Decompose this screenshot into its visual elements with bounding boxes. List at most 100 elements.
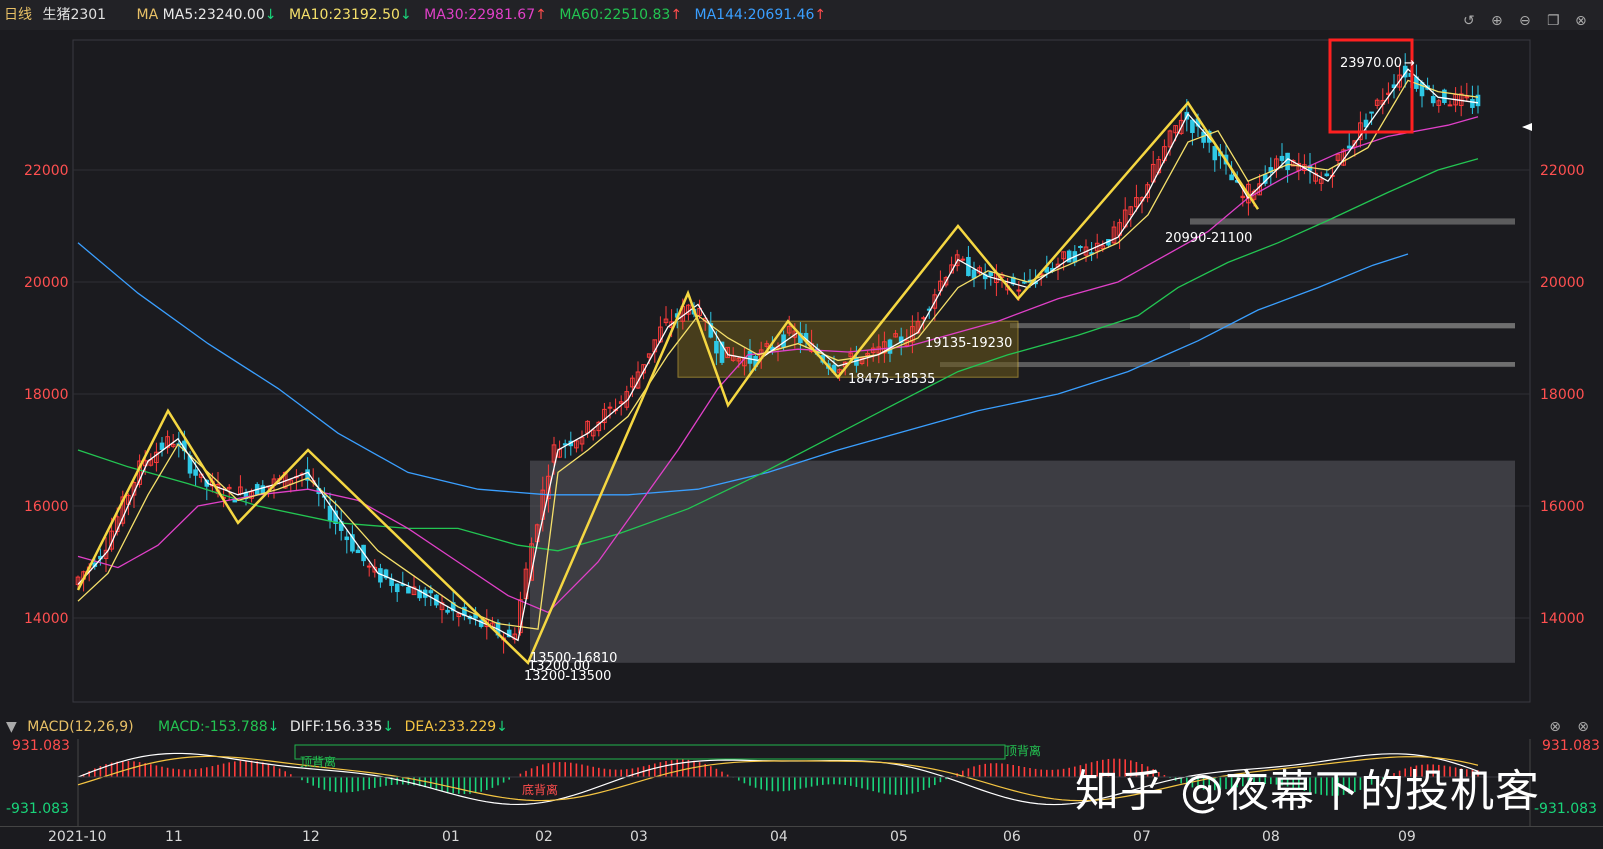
candle-body [988,271,994,277]
date-tick: 01 [442,829,460,845]
zone-label-5: 13200-13500 [524,669,611,684]
arrow-up-icon: ↑ [814,7,827,23]
candle-body [193,469,198,476]
candle-body [1346,145,1352,149]
ma10-value: MA10:23192.50 [288,7,400,23]
price-tick-left: 22000 [24,163,69,179]
window-icon[interactable]: ❐ [1547,6,1565,29]
zone-label-3: 18475-18535 [848,372,935,387]
candle-body [344,536,350,541]
candle-body [445,609,450,613]
date-tick: 02 [535,829,553,845]
price-tick-left: 18000 [24,387,69,403]
candle-body [406,587,411,594]
zoom-out-icon[interactable]: ⊖ [1519,6,1537,29]
macd-value: MACD:-153.788 [158,719,268,735]
arrow-up-icon: ↑ [670,7,683,23]
date-tick: 04 [770,829,788,845]
price-tick-left: 20000 [24,275,69,291]
arrow-down-icon: ↓ [496,719,508,735]
candle-body [1212,146,1218,161]
symbol-label[interactable]: 生猪2301 [42,0,106,30]
undo-icon[interactable]: ↺ [1463,6,1481,29]
zone-label-2: 19135-19230 [925,336,1012,351]
price-tick-right: 16000 [1540,499,1585,515]
candle-body [747,350,753,364]
date-tick: 06 [1003,829,1021,845]
candle-body [159,442,165,451]
div-top-mid-label: 顶背离 [300,754,336,769]
arrow-down-icon: ↓ [399,7,412,23]
macd-ymin-left: -931.083 [6,801,69,817]
candle-body [1078,245,1083,248]
candle-body [327,505,333,522]
ma60-value: MA60:22510.83 [559,7,671,23]
div-top-label: 顶背离 [1005,743,1041,758]
candle-body [960,258,966,261]
date-tick: 09 [1398,829,1416,845]
close-icon[interactable]: ⊗ [1575,6,1593,29]
date-tick: 03 [630,829,648,845]
diff-value: DIFF:156.335 [289,719,383,735]
candle-body [1430,96,1436,104]
candle-body [1285,152,1290,171]
period-label[interactable]: 日线 [4,0,32,30]
macd-params[interactable]: MACD(12,26,9) [27,719,133,735]
candle-body [1447,104,1453,107]
high-label: 23970.00 [1340,56,1402,71]
date-tick: 08 [1262,829,1280,845]
ma30-value: MA30:22981.67 [424,7,536,23]
watermark: 知乎 @夜幕下的投机客 [1075,766,1540,817]
resistance-zone [1190,218,1515,225]
date-tick: 11 [165,829,183,845]
price-tick-right: 14000 [1540,611,1585,627]
candle-body [854,358,859,366]
candle-body [1022,281,1027,284]
date-tick: 2021-10 [48,829,107,845]
macd-ymax-right: 931.083 [1542,739,1600,754]
price-tick-right: 20000 [1540,275,1585,291]
indicator-header: 日线 生猪2301 MA MA5:23240.00↓ MA10:23192.50… [0,0,1603,31]
macd-ymax-left: 931.083 [12,739,70,754]
arrow-down-icon: ↓ [264,7,277,23]
ma144-value: MA144:20691.46 [694,7,815,23]
zone-label-1: 20990-21100 [1165,231,1252,246]
candle-body [714,340,719,354]
candle-body [971,269,977,279]
candle-body [1279,155,1285,161]
zone-line [1010,323,1515,329]
price-tick-right: 18000 [1540,387,1585,403]
settings-icon[interactable]: ⊗ [1549,715,1561,739]
zoom-in-icon[interactable]: ⊕ [1491,6,1509,29]
price-tick-left: 14000 [24,611,69,627]
price-tick-right: 22000 [1540,163,1585,179]
candle-body [428,590,434,594]
arrow-down-icon: ↓ [267,719,280,735]
macd-header: ▼ MACD(12,26,9) MACD:-153.788↓ DIFF:156.… [0,715,1603,739]
date-tick: 05 [890,829,908,845]
arrow-down-icon: ↓ [382,719,395,735]
candle-body [1324,173,1330,177]
candle-body [366,565,372,568]
candle-body [1229,174,1234,181]
candle-body [1369,111,1374,114]
close-icon[interactable]: ⊗ [1577,715,1589,739]
ma5-value: MA5:23240.00 [162,7,265,23]
zone-line [940,362,1515,368]
ma-label[interactable]: MA [137,0,159,30]
div-bottom-label: 底背离 [522,782,558,797]
macd-ymin-right: -931.083 [1534,801,1597,817]
candle-body [1470,98,1475,108]
price-tick-left: 16000 [24,499,69,515]
price-chart[interactable]: 22000 20000 18000 16000 14000 22000 20000 1800… [0,30,1603,714]
candle-body [1190,119,1195,133]
candle-body [355,549,361,554]
date-tick: 07 [1133,829,1151,845]
collapse-icon[interactable]: ▼ [6,719,17,735]
date-tick: 12 [302,829,320,845]
date-axis: 2021-10 11 12 01 02 03 04 05 06 07 08 09 [0,826,1603,849]
candle-body [394,583,400,593]
dea-value: DEA:233.229 [404,719,497,735]
arrow-right-icon: → [1404,56,1415,71]
arrow-up-icon: ↑ [535,7,547,23]
